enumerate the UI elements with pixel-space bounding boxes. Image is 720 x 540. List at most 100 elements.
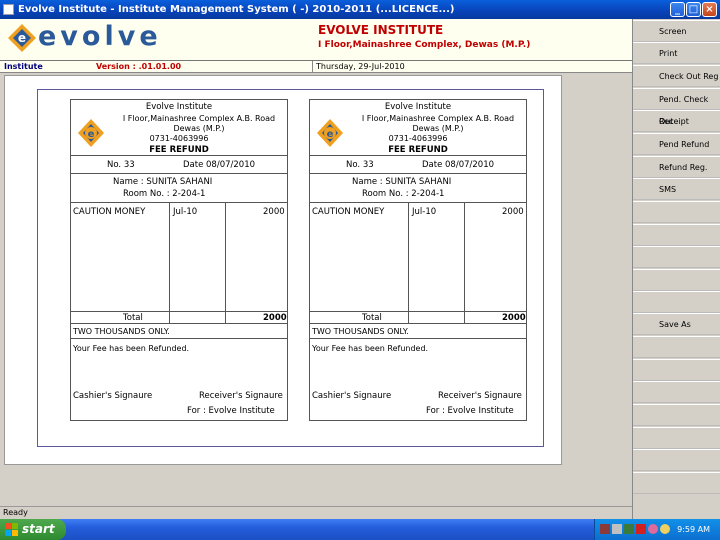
item-month: Jul-10 <box>412 207 437 217</box>
current-date: Thursday, 29-Jul-2010 <box>316 62 405 71</box>
receipt-phone: 0731-4063996 <box>149 134 209 143</box>
receipt-number: No. 33 <box>346 160 374 170</box>
divider <box>464 202 465 323</box>
divider <box>71 338 287 339</box>
refund-receipt-right: e Evolve Institute I Floor,Mainashree Co… <box>309 99 527 421</box>
amount-in-words: TWO THOUSANDS ONLY. <box>73 327 170 336</box>
start-button[interactable]: start <box>0 519 66 540</box>
receipt-header: e Evolve Institute I Floor,Mainashree Co… <box>310 100 526 156</box>
status-text: Ready <box>3 508 28 517</box>
receipt-address-2: Dewas (M.P.) <box>173 124 225 133</box>
check-out-reg-button[interactable]: Check Out Reg <box>633 65 720 87</box>
institute-address: I Floor,Mainashree Complex, Dewas (M.P.) <box>318 40 531 50</box>
receipt-date: Date 08/07/2010 <box>183 160 256 170</box>
window-titlebar: Evolve Institute - Institute Management … <box>0 0 720 19</box>
empty-button[interactable] <box>633 224 720 246</box>
receipt-institute: Evolve Institute <box>384 102 452 112</box>
tray-app-icon[interactable] <box>648 524 658 534</box>
refund-reg-button[interactable]: Refund Reg. <box>633 156 720 178</box>
item-description: CAUTION MONEY <box>73 207 146 217</box>
empty-button[interactable] <box>633 201 720 223</box>
action-panel: Screen Print Check Out Reg Pend. Check O… <box>632 19 720 519</box>
save-as-button[interactable]: Save As <box>633 313 720 335</box>
total-label: Total <box>362 313 382 323</box>
empty-button[interactable] <box>633 427 720 449</box>
item-amount: 2000 <box>263 207 285 217</box>
receipt-logo-icon: e <box>78 119 104 147</box>
sms-button[interactable]: SMS <box>633 178 720 200</box>
empty-button[interactable] <box>633 472 720 494</box>
tray-antivirus-icon[interactable] <box>636 524 646 534</box>
tray-app-icon[interactable] <box>624 524 634 534</box>
cashier-signature: Cashier's Signaure <box>73 391 153 401</box>
total-amount: 2000 <box>502 313 526 323</box>
tray-volume-icon[interactable] <box>660 524 670 534</box>
divider <box>310 323 526 324</box>
divider <box>310 173 526 174</box>
system-tray: 9:59 AM <box>594 519 720 540</box>
empty-button[interactable] <box>633 291 720 313</box>
receipt-address-1: I Floor,Mainashree Complex A.B. Road <box>361 114 515 123</box>
for-institute: For : Evolve Institute <box>426 406 514 416</box>
empty-button[interactable] <box>633 404 720 426</box>
window-title: Evolve Institute - Institute Management … <box>18 4 455 15</box>
institute-name: EVOLVE INSTITUTE <box>318 23 444 37</box>
empty-button[interactable] <box>633 269 720 291</box>
svg-text:e: e <box>18 31 26 45</box>
empty-button[interactable] <box>633 336 720 358</box>
maximize-icon[interactable]: □ <box>686 2 701 17</box>
receiver-signature: Receiver's Signaure <box>438 391 522 401</box>
clock: 9:59 AM <box>677 525 710 534</box>
divider <box>310 311 526 312</box>
item-amount: 2000 <box>502 207 524 217</box>
app-icon <box>3 4 14 15</box>
room-number: Room No. : 2-204-1 <box>362 189 445 199</box>
divider <box>312 61 313 73</box>
receipt-logo-icon: e <box>317 119 343 147</box>
close-icon[interactable]: × <box>702 2 717 17</box>
student-name: Name : SUNITA SAHANI <box>113 177 213 187</box>
start-label: start <box>22 522 55 536</box>
refund-message: Your Fee has been Refunded. <box>73 344 190 353</box>
pend-refund-button[interactable]: Pend Refund <box>633 133 720 155</box>
room-number: Room No. : 2-204-1 <box>123 189 206 199</box>
refund-receipt-left: e Evolve Institute I Floor,Mainashree Co… <box>70 99 288 421</box>
taskbar: start 9:59 AM <box>0 519 720 540</box>
divider <box>71 323 287 324</box>
tray-app-icon[interactable] <box>600 524 610 534</box>
version-label: Version : .01.01.00 <box>96 62 182 71</box>
receipt-address-1: I Floor,Mainashree Complex A.B. Road <box>122 114 276 123</box>
receipt-button[interactable]: Receipt <box>633 110 720 132</box>
receipt-title: FEE REFUND <box>149 145 209 155</box>
divider <box>71 311 287 312</box>
empty-button[interactable] <box>633 246 720 268</box>
receipt-number: No. 33 <box>107 160 135 170</box>
print-button[interactable]: Print <box>633 42 720 64</box>
empty-button[interactable] <box>633 381 720 403</box>
receipt-phone: 0731-4063996 <box>388 134 448 143</box>
divider <box>310 202 526 203</box>
item-description: CAUTION MONEY <box>312 207 385 217</box>
info-bar: Institute Version : .01.01.00 Thursday, … <box>0 61 632 73</box>
receipt-title: FEE REFUND <box>388 145 448 155</box>
pend-check-out-button[interactable]: Pend. Check Out <box>633 88 720 126</box>
logo-diamond-icon: e <box>8 24 36 52</box>
receipt-institute: Evolve Institute <box>145 102 213 112</box>
receiver-signature: Receiver's Signaure <box>199 391 283 401</box>
receipt-header: e Evolve Institute I Floor,Mainashree Co… <box>71 100 287 156</box>
total-label: Total <box>123 313 143 323</box>
receipt-address-2: Dewas (M.P.) <box>412 124 464 133</box>
status-bar: Ready <box>0 506 632 519</box>
empty-button[interactable] <box>633 449 720 471</box>
amount-in-words: TWO THOUSANDS ONLY. <box>312 327 409 336</box>
app-header: e evolve EVOLVE INSTITUTE I Floor,Mainas… <box>0 19 632 61</box>
section-label: Institute <box>4 62 43 71</box>
report-frame: e Evolve Institute I Floor,Mainashree Co… <box>37 89 544 447</box>
logo-text: evolve <box>38 21 162 52</box>
item-month: Jul-10 <box>173 207 198 217</box>
screen-button[interactable]: Screen <box>633 20 720 42</box>
empty-button[interactable] <box>633 359 720 381</box>
for-institute: For : Evolve Institute <box>187 406 275 416</box>
tray-network-icon[interactable] <box>612 524 622 534</box>
minimize-icon[interactable]: _ <box>670 2 685 17</box>
